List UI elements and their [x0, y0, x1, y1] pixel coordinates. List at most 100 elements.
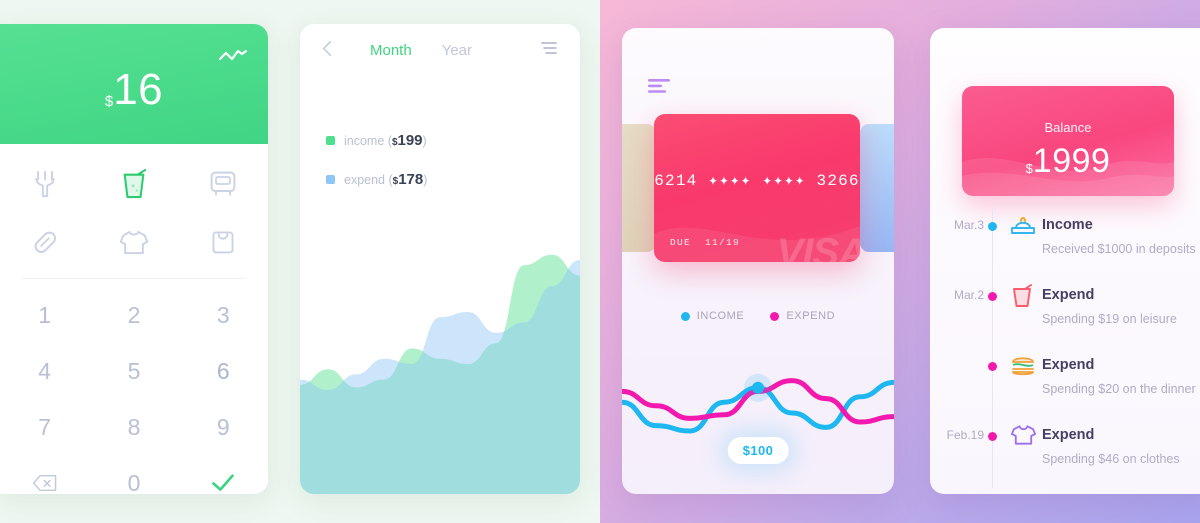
key-3[interactable]: 3 — [195, 289, 251, 341]
wave-line-chart — [622, 373, 894, 434]
drink-cup-icon — [1010, 284, 1036, 308]
key-backspace[interactable] — [17, 457, 73, 494]
balance-label: Balance — [1044, 120, 1092, 135]
card-due: DUE 11/19 — [670, 237, 740, 248]
visa-logo: VISA — [776, 231, 860, 262]
category-shopping[interactable] — [201, 220, 245, 264]
item-description: Spending $46 on clothes — [1042, 452, 1180, 466]
back-button[interactable] — [322, 40, 348, 61]
legend-swatch-income — [326, 136, 335, 145]
balance-value: 1999 — [1032, 142, 1111, 180]
backspace-icon — [32, 474, 56, 492]
item-bullet — [988, 432, 997, 441]
wallet-screen: 6214 ✦✦✦✦ ✦✦✦✦ 3266 DUE 11/19 VISA INCOM… — [622, 28, 894, 494]
timeline-item[interactable]: Mar.3 Income Received $1000 in deposits — [930, 208, 1200, 278]
period-tabs: Month Year — [370, 42, 472, 59]
check-icon — [212, 473, 235, 491]
key-2[interactable]: 2 — [106, 289, 162, 341]
item-bullet — [988, 362, 997, 371]
card-previous[interactable] — [622, 124, 656, 252]
sparkline-icon[interactable] — [218, 48, 248, 64]
item-title: Income — [1042, 217, 1093, 233]
balance-amount: $1999 — [962, 144, 1174, 178]
key-0[interactable]: 0 — [106, 457, 162, 495]
item-date: Mar.3 — [953, 218, 984, 232]
card-next[interactable] — [860, 124, 894, 252]
pill-icon — [34, 231, 56, 253]
category-food[interactable] — [23, 162, 67, 206]
area-chart — [300, 254, 580, 494]
key-4[interactable]: 4 — [17, 345, 73, 397]
history-screen: Balance $1999 Mar.3 Income Received $100 — [930, 28, 1200, 494]
key-5[interactable]: 5 — [106, 345, 162, 397]
wallet-menu-button[interactable] — [648, 78, 672, 99]
legend-item-expend: expend ($178) — [326, 171, 580, 188]
amount-value: 16 — [113, 65, 164, 114]
keypad-screen: $16 1 2 3 4 5 6 7 8 9 0 — [0, 24, 268, 494]
shopping-bag-icon — [212, 231, 234, 254]
balance-card[interactable]: Balance $1999 — [962, 86, 1174, 196]
hamburger-menu-icon — [648, 79, 670, 93]
timeline-item[interactable]: Expend Spending $20 on the dinner — [930, 348, 1200, 418]
amount-display: $16 — [0, 68, 268, 112]
chart-legend: income ($199) expend ($178) — [300, 76, 580, 188]
card-due-label: DUE — [670, 237, 692, 248]
legend-income-text: income — [344, 134, 385, 148]
screenshot-stage: $16 1 2 3 4 5 6 7 8 9 0 Month Year incom… — [0, 0, 1200, 523]
timeline-item[interactable]: Feb.19 Expend Spending $46 on clothes — [930, 418, 1200, 488]
key-1[interactable]: 1 — [17, 289, 73, 341]
legend-expend-value: 178 — [398, 171, 424, 188]
item-bullet — [988, 222, 997, 231]
legend-label-expend: expend ($178) — [344, 171, 428, 188]
category-transport[interactable] — [201, 162, 245, 206]
card-number: 6214 ✦✦✦✦ ✦✦✦✦ 3266 — [654, 172, 860, 190]
bus-icon — [210, 171, 236, 196]
item-title: Expend — [1042, 427, 1095, 443]
item-description: Spending $20 on the dinner — [1042, 382, 1196, 396]
item-description: Received $1000 in deposits — [1042, 242, 1196, 256]
numeric-keypad: 1 2 3 4 5 6 7 8 9 0 — [0, 279, 268, 494]
category-grid — [0, 144, 268, 274]
piggy-bank-icon — [1010, 214, 1036, 238]
key-8[interactable]: 8 — [106, 401, 162, 453]
value-tooltip[interactable]: $100 — [727, 437, 789, 464]
amount-header: $16 — [0, 24, 268, 144]
currency-symbol: $ — [104, 93, 114, 110]
chevron-left-icon — [322, 40, 332, 56]
key-6[interactable]: 6 — [195, 345, 251, 397]
card-carousel: 6214 ✦✦✦✦ ✦✦✦✦ 3266 DUE 11/19 VISA — [622, 114, 894, 274]
item-title: Expend — [1042, 287, 1095, 303]
timeline-item[interactable]: Mar.2 Expend Spending $19 on leisure — [930, 278, 1200, 348]
tab-year[interactable]: Year — [442, 42, 472, 59]
key-6-label: 6 — [216, 357, 230, 384]
statistics-screen: Month Year income ($199) expend ($178) — [300, 24, 580, 494]
card-due-value: 11/19 — [705, 237, 741, 248]
tshirt-icon — [1010, 424, 1036, 448]
key-7[interactable]: 7 — [17, 401, 73, 453]
credit-card[interactable]: 6214 ✦✦✦✦ ✦✦✦✦ 3266 DUE 11/19 VISA — [654, 114, 860, 262]
statistics-menu-button[interactable] — [540, 41, 558, 60]
legend-expend-text: expend — [344, 173, 386, 187]
statistics-navbar: Month Year — [300, 24, 580, 76]
item-date: Feb.19 — [946, 428, 984, 442]
tshirt-icon — [119, 230, 149, 254]
legend-income-value: 199 — [397, 132, 423, 149]
active-data-point[interactable] — [752, 381, 764, 394]
key-confirm[interactable] — [195, 457, 251, 494]
list-menu-icon — [541, 41, 557, 54]
category-drink[interactable] — [112, 162, 156, 206]
tab-month[interactable]: Month — [370, 42, 412, 59]
key-9[interactable]: 9 — [195, 401, 251, 453]
item-date: Mar.2 — [953, 288, 984, 302]
legend-item-income: income ($199) — [326, 132, 580, 149]
drink-icon — [123, 168, 147, 199]
timeline-item[interactable]: Income — [930, 488, 1200, 494]
legend-swatch-expend — [326, 175, 335, 184]
balance-currency: $ — [1025, 161, 1033, 176]
category-clothes[interactable] — [112, 220, 156, 264]
item-title: Expend — [1042, 357, 1095, 373]
legend-label-income: income ($199) — [344, 132, 427, 149]
item-bullet — [988, 292, 997, 301]
category-medicine[interactable] — [23, 220, 67, 264]
sandwich-icon — [1010, 354, 1036, 378]
